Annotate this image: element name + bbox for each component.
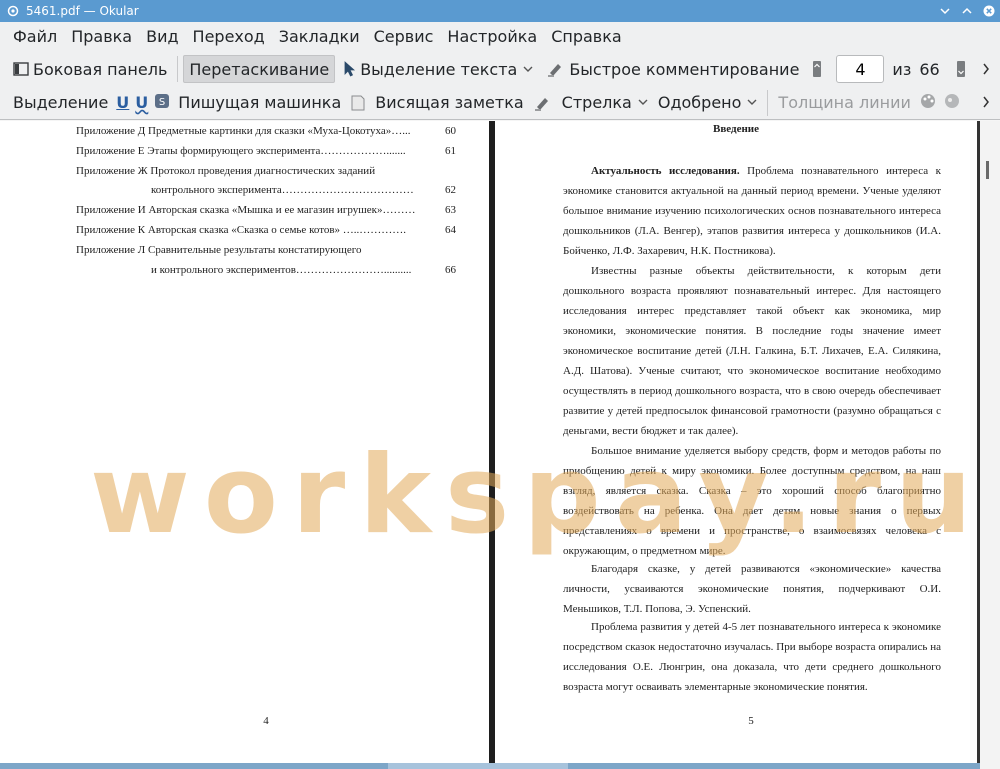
menu-go[interactable]: Переход (186, 22, 272, 52)
stamp-tool-button[interactable]: Одобрено (653, 89, 763, 117)
squiggly-underline-icon: U (135, 93, 149, 112)
selection-label: Выделение (13, 93, 109, 112)
paragraph: Большое внимание уделяется выбору средст… (563, 445, 941, 557)
sidebar-button[interactable]: Боковая панель (8, 55, 172, 83)
quick-annotation-label: Быстрое комментирование (569, 59, 800, 79)
toc-line: Приложение Е Этапы формирующего эксперим… (76, 145, 456, 157)
menu-tools[interactable]: Сервис (367, 22, 441, 52)
toc-line: контрольного эксперимента……………………………… 62 (151, 184, 456, 196)
quick-annotation-button[interactable]: Быстрое комментирование (542, 55, 804, 83)
page-of-label: из (892, 59, 912, 79)
page-number: 4 (263, 715, 269, 727)
page-up-icon (812, 60, 822, 78)
note-label: Висящая заметка (375, 93, 524, 112)
text-select-label: Выделение текста (360, 59, 518, 79)
menu-file[interactable]: Файл (6, 22, 64, 52)
close-icon[interactable] (978, 0, 1000, 22)
document-view[interactable]: Приложение Д Предметные картинки для ска… (0, 121, 1000, 769)
cursor-icon (344, 61, 356, 77)
chevron-right-icon (982, 93, 990, 112)
maximize-icon[interactable] (956, 0, 978, 22)
page-down-icon (956, 60, 966, 78)
paragraph: Проблема развития у детей 4-5 лет познав… (563, 621, 941, 693)
sidebar-icon (13, 61, 29, 77)
strikeout-button[interactable]: S (151, 89, 173, 117)
palette-icon (919, 92, 937, 114)
paragraph: Актуальность исследования. Проблема позн… (563, 165, 941, 257)
title-bar: 5461.pdf — Okular (0, 0, 1000, 22)
highlighter-icon (547, 61, 565, 77)
pdf-page-4: Приложение Д Предметные картинки для ска… (0, 121, 489, 763)
toc-line: Приложение К Авторская сказка «Сказка о … (76, 224, 456, 236)
toolbar-overflow-button[interactable] (978, 89, 994, 117)
typewriter-label: Пишущая машинка (178, 93, 342, 112)
arrow-label: Стрелка (561, 93, 632, 112)
menu-bookmarks[interactable]: Закладки (272, 22, 367, 52)
pdf-page-5: Введение Актуальность исследования. Проб… (495, 121, 977, 763)
chevron-down-icon[interactable] (747, 96, 757, 109)
pen-icon (534, 95, 552, 111)
fill-color-button[interactable] (940, 89, 964, 117)
toolbar-overflow-button[interactable] (978, 55, 994, 83)
browse-tool-button[interactable]: Перетаскивание (183, 55, 336, 83)
pop-up-note-button[interactable]: Висящая заметка (346, 89, 528, 117)
line-width-label: Толщина линии (778, 93, 911, 112)
chevron-right-icon (982, 60, 990, 79)
typewriter-button[interactable]: Пишущая машинка (173, 89, 346, 117)
arrow-tool-button[interactable]: Стрелка (529, 89, 653, 117)
menu-bar: Файл Правка Вид Переход Закладки Сервис … (0, 22, 1000, 52)
chevron-down-icon[interactable] (638, 96, 648, 109)
page-number-input[interactable] (836, 55, 885, 83)
line-width-button[interactable]: Толщина линии (773, 89, 916, 117)
menu-help[interactable]: Справка (544, 22, 629, 52)
toc-line: Приложение Ж Протокол проведения диагнос… (76, 165, 376, 177)
toolbar-separator (177, 56, 179, 82)
previous-page-button[interactable] (810, 55, 828, 83)
squiggly-button[interactable]: U (132, 89, 151, 117)
text-select-tool-button[interactable]: Выделение текста (339, 55, 538, 83)
vertical-scrollbar[interactable] (980, 121, 1000, 769)
color-button[interactable] (916, 89, 940, 117)
menu-edit[interactable]: Правка (64, 22, 139, 52)
minimize-icon[interactable] (934, 0, 956, 22)
next-page-button[interactable] (954, 55, 972, 83)
toc-line: и контрольного экспериментов……………………....… (151, 264, 456, 276)
section-heading: Введение (712, 123, 760, 135)
sidebar-label: Боковая панель (33, 59, 168, 79)
toc-line: Приложение И Авторская сказка «Мышка и е… (76, 204, 456, 216)
note-icon (351, 95, 365, 111)
toc-line: Приложение Л Сравнительные результаты ко… (76, 244, 362, 256)
chevron-down-icon[interactable] (523, 63, 533, 76)
underline-icon: U (116, 93, 130, 112)
paragraph: Известны разные объекты действительности… (563, 265, 941, 437)
menu-view[interactable]: Вид (139, 22, 185, 52)
window-title: 5461.pdf — Okular (26, 4, 139, 18)
main-toolbar: Боковая панель Перетаскивание Выделение … (0, 52, 1000, 86)
page-number: 5 (748, 715, 754, 727)
page-total-label: 66 (919, 59, 940, 79)
annotation-toolbar: Выделение U U S Пишущая машинка Висящая … (0, 86, 1000, 120)
toolbar-separator (767, 89, 769, 116)
strikeout-icon: S (154, 93, 170, 113)
selection-tool-button[interactable]: Выделение (8, 89, 113, 117)
fill-icon (943, 92, 961, 114)
svg-text:S: S (159, 97, 165, 108)
okular-app-icon (6, 4, 20, 18)
paragraph: Благодаря сказке, у детей развиваются «э… (563, 563, 941, 615)
horizontal-scrollbar-thumb[interactable] (388, 763, 568, 769)
browse-tool-label: Перетаскивание (189, 59, 330, 79)
underline-button[interactable]: U (113, 89, 132, 117)
scrollbar-thumb[interactable] (986, 161, 989, 179)
stamp-label: Одобрено (657, 93, 742, 112)
toc-line: Приложение Д Предметные картинки для ска… (76, 125, 456, 137)
menu-settings[interactable]: Настройка (440, 22, 544, 52)
